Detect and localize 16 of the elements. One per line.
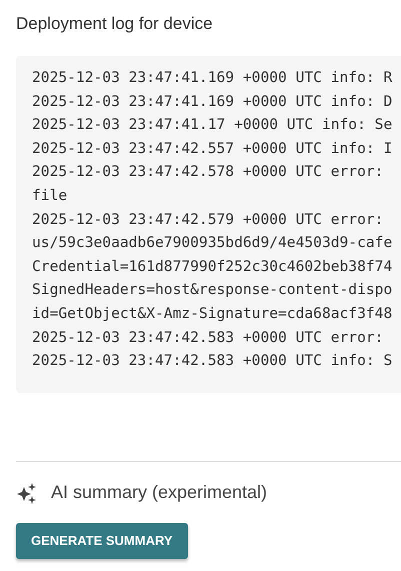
log-line: 2025-12-03 23:47:42.579 +0000 UTC error: <box>32 210 384 230</box>
log-line: 2025-12-03 23:47:42.578 +0000 UTC error: <box>32 162 384 182</box>
log-line: 2025-12-03 23:47:41.17 +0000 UTC info: Se <box>32 115 394 136</box>
log-line: us/59c3e0aadb6e7900935bd6d9/4e4503d9-cafe <box>32 233 394 254</box>
log-line: id=GetObject&X-Amz-Signature=cda68acf3f48 <box>32 304 394 324</box>
section-title: Deployment log for device <box>16 14 214 34</box>
log-line: 2025-12-03 23:47:42.583 +0000 UTC error: <box>32 328 384 348</box>
log-line: Credential=161d877990f252c30c4602beb38f74 <box>32 256 394 277</box>
generate-summary-button[interactable]: GENERATE SUMMARY <box>16 522 188 559</box>
log-line: SignedHeaders=host&response-content-dispo <box>32 280 394 300</box>
log-line: file <box>32 186 68 206</box>
log-line: 2025-12-03 23:47:42.583 +0000 UTC info: S <box>32 351 394 372</box>
log-line: 2025-12-03 23:47:41.169 +0000 UTC info: R <box>32 68 394 88</box>
log-line: 2025-12-03 23:47:41.169 +0000 UTC info: D <box>32 92 394 112</box>
log-line: 2025-12-03 23:47:42.557 +0000 UTC info: I <box>32 138 394 159</box>
summary-heading: AI summary (experimental) <box>51 482 268 504</box>
